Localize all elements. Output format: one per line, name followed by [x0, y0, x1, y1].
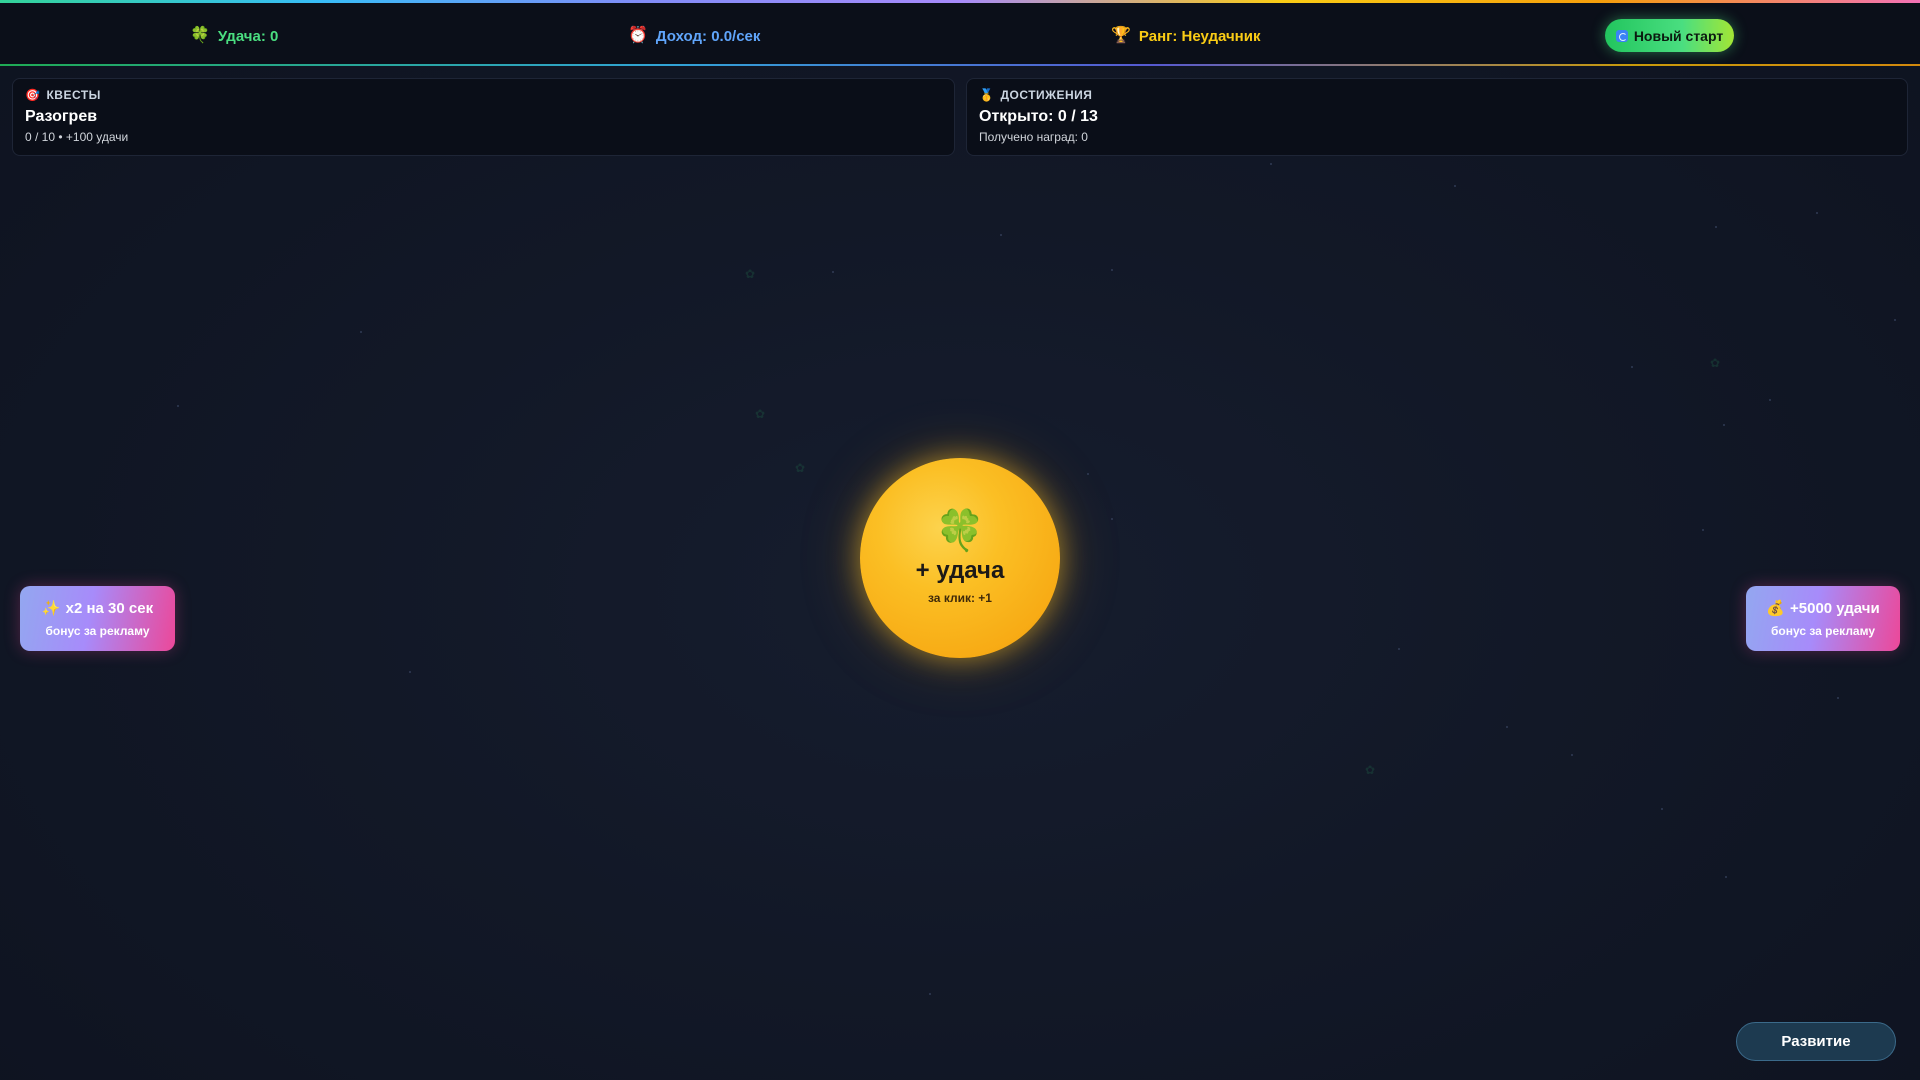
background-star: [929, 993, 931, 995]
medal-icon: 🥇: [979, 88, 995, 102]
x2-bonus-title-text: x2 на 30 сек: [65, 599, 154, 617]
quest-title: Разогрев: [25, 108, 98, 125]
faint-clover-icon: ✿: [1710, 356, 1721, 370]
background-star: [1702, 529, 1704, 531]
background-star: [832, 271, 834, 273]
x2-bonus-subtitle: бонус за рекламу: [45, 624, 150, 638]
luck-click-button[interactable]: 🍀 + удача за клик: +1: [860, 458, 1060, 658]
luck-bonus-title: 💰 +5000 удачи: [1766, 599, 1880, 618]
background-star: [1270, 163, 1272, 165]
background-star: [1506, 726, 1508, 728]
income-stat: ⏰ Доход: 0.0/сек: [628, 23, 760, 49]
background-star: [1454, 185, 1456, 187]
target-icon: 🎯: [25, 88, 41, 102]
faint-clover-icon: ✿: [745, 267, 756, 281]
faint-clover-icon: ✿: [795, 461, 806, 475]
achievements-heading: 🥇 ДОСТИЖЕНИЯ: [979, 88, 1895, 102]
restart-icon: [1615, 29, 1628, 42]
background-star: [1769, 399, 1771, 401]
alarm-clock-icon: ⏰: [628, 27, 648, 44]
background-star: [1715, 226, 1717, 228]
background-star: [1661, 808, 1663, 810]
luck-bonus-title-text: +5000 удачи: [1790, 599, 1880, 617]
background-star: [1725, 876, 1727, 878]
header-divider: [0, 64, 1920, 66]
quests-heading-label: КВЕСТЫ: [46, 88, 101, 102]
achievements-opened: Открыто: 0 / 13: [979, 108, 1098, 125]
background-star: [1398, 648, 1400, 650]
faint-clover-icon: ✿: [755, 407, 766, 421]
achievements-panel[interactable]: 🥇 ДОСТИЖЕНИЯ Открыто: 0 / 13 Получено на…: [966, 78, 1908, 156]
background-star: [1723, 424, 1725, 426]
money-bag-icon: 💰: [1766, 600, 1785, 617]
new-start-label: Новый старт: [1633, 27, 1724, 44]
achievements-rewards: Получено наград: 0: [979, 130, 1088, 144]
background-star: [177, 405, 179, 407]
x2-bonus-button[interactable]: ✨ x2 на 30 сек бонус за рекламу: [20, 586, 175, 651]
development-button[interactable]: Развитие: [1736, 1022, 1896, 1061]
background-star: [1894, 319, 1896, 321]
luck-bonus-subtitle: бонус за рекламу: [1770, 624, 1876, 638]
rank-stat-label: Ранг: Неудачник: [1138, 27, 1261, 45]
faint-clover-icon: ✿: [1365, 763, 1376, 777]
income-stat-label: Доход: 0.0/сек: [655, 27, 761, 45]
background-star: [1087, 473, 1089, 475]
x2-bonus-title: ✨ x2 на 30 сек: [41, 599, 154, 618]
new-start-button[interactable]: Новый старт: [1605, 19, 1734, 52]
rank-stat: 🏆 Ранг: Неудачник: [1111, 23, 1260, 49]
luck-click-label: + удача: [915, 557, 1005, 584]
quests-heading: 🎯 КВЕСТЫ: [25, 88, 942, 102]
trophy-icon: 🏆: [1111, 27, 1131, 44]
luck-stat-label: Удача: 0: [217, 27, 279, 45]
quests-panel[interactable]: 🎯 КВЕСТЫ Разогрев 0 / 10 • +100 удачи: [12, 78, 955, 156]
sparkles-icon: ✨: [41, 600, 61, 617]
background-star: [1571, 754, 1573, 756]
background-star: [1631, 366, 1633, 368]
luck-stat: 🍀 Удача: 0: [190, 23, 278, 49]
background-star: [1837, 697, 1839, 699]
background-star: [1816, 212, 1818, 214]
achievements-heading-label: ДОСТИЖЕНИЯ: [1000, 88, 1093, 102]
stats-header: 🍀 Удача: 0 ⏰ Доход: 0.0/сек 🏆 Ранг: Неуд…: [0, 3, 1920, 66]
background-star: [1000, 234, 1002, 236]
background-star: [409, 671, 411, 673]
background-star: [360, 331, 362, 333]
luck-bonus-button[interactable]: 💰 +5000 удачи бонус за рекламу: [1746, 586, 1900, 651]
background-star: [1111, 518, 1113, 520]
per-click-value: за клик: +1: [928, 591, 992, 605]
development-button-label: Развитие: [1781, 1033, 1851, 1050]
quest-progress: 0 / 10 • +100 удачи: [25, 130, 129, 144]
clover-icon: 🍀: [190, 27, 210, 44]
clover-icon: 🍀: [935, 509, 985, 553]
background-star: [1111, 269, 1113, 271]
